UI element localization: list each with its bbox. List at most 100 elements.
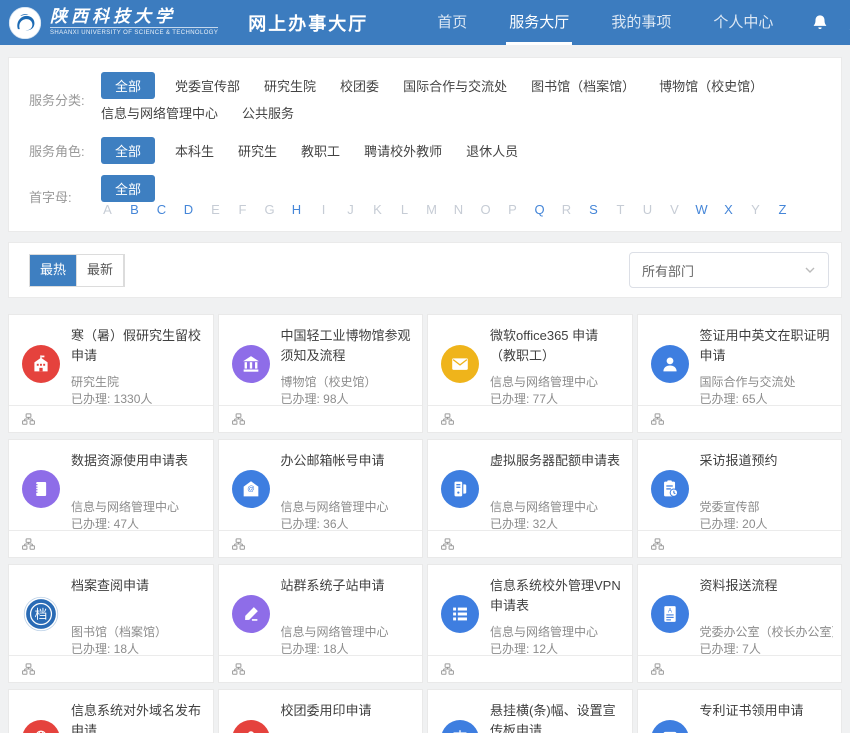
workflow-icon[interactable] bbox=[231, 412, 246, 427]
letter-option[interactable]: A bbox=[101, 202, 114, 217]
service-card[interactable]: 采访报道预约 党委宣传部 已办理: 20人 bbox=[637, 439, 843, 558]
user-icon[interactable] bbox=[846, 13, 850, 33]
role-option[interactable]: 教职工 bbox=[301, 137, 340, 164]
document-icon: A bbox=[651, 595, 689, 633]
role-option[interactable]: 全部 bbox=[101, 137, 155, 164]
letter-option[interactable]: G bbox=[263, 202, 276, 217]
category-option[interactable]: 公共服务 bbox=[242, 99, 294, 126]
sort-toggle: 最热最新 bbox=[29, 254, 125, 287]
service-title[interactable]: 微软office365 申请（教职工） bbox=[490, 326, 622, 366]
nav-item[interactable]: 服务大厅 bbox=[488, 0, 590, 45]
category-option[interactable]: 研究生院 bbox=[264, 72, 316, 99]
letter-option[interactable]: S bbox=[587, 202, 600, 217]
workflow-icon[interactable] bbox=[440, 412, 455, 427]
service-title[interactable]: 信息系统对外域名发布申请 bbox=[71, 701, 203, 733]
service-title[interactable]: 虚拟服务器配额申请表 bbox=[490, 451, 622, 471]
letter-option[interactable]: T bbox=[614, 202, 627, 217]
letter-option[interactable]: N bbox=[452, 202, 465, 217]
letter-option[interactable]: I bbox=[317, 202, 330, 217]
service-title[interactable]: 档案查阅申请 bbox=[71, 576, 203, 596]
workflow-icon[interactable] bbox=[21, 412, 36, 427]
letter-option[interactable]: R bbox=[560, 202, 573, 217]
role-option[interactable]: 退休人员 bbox=[466, 137, 518, 164]
nav-item[interactable]: 首页 bbox=[416, 0, 488, 45]
service-department: 党委办公室（校长办公室） bbox=[700, 623, 834, 640]
service-card[interactable]: 宣 悬挂横(条)幅、设置宣传板申请 党委宣传部 已办理: 5人 bbox=[427, 689, 633, 733]
workflow-icon[interactable] bbox=[231, 662, 246, 677]
letter-option[interactable]: Y bbox=[749, 202, 762, 217]
workflow-icon[interactable] bbox=[650, 662, 665, 677]
service-card[interactable]: 档 档案查阅申请 图书馆（档案馆） 已办理: 18人 bbox=[8, 564, 214, 683]
letter-option[interactable]: E bbox=[209, 202, 222, 217]
letter-option[interactable]: Z bbox=[776, 202, 789, 217]
nav-item[interactable]: 个人中心 bbox=[692, 0, 794, 45]
sort-tab[interactable]: 最新 bbox=[77, 255, 124, 286]
category-option[interactable]: 校团委 bbox=[340, 72, 379, 99]
workflow-icon[interactable] bbox=[650, 412, 665, 427]
header-actions bbox=[794, 13, 850, 33]
letter-option[interactable]: U bbox=[641, 202, 654, 217]
service-card[interactable]: 信息系统校外管理VPN申请表 信息与网络管理中心 已办理: 12人 bbox=[427, 564, 633, 683]
service-card[interactable]: 中国轻工业博物馆参观须知及流程 博物馆（校史馆） 已办理: 98人 bbox=[218, 314, 424, 433]
service-card[interactable]: 微软office365 申请（教职工） 信息与网络管理中心 已办理: 77人 bbox=[427, 314, 633, 433]
service-title[interactable]: 悬挂横(条)幅、设置宣传板申请 bbox=[490, 701, 622, 733]
department-select[interactable]: 所有部门 bbox=[629, 252, 829, 288]
workflow-icon[interactable] bbox=[231, 537, 246, 552]
letter-option[interactable]: C bbox=[155, 202, 168, 217]
letter-all-option[interactable]: 全部 bbox=[101, 175, 155, 202]
letter-option[interactable]: K bbox=[371, 202, 384, 217]
service-card[interactable]: A 资料报送流程 党委办公室（校长办公室） 已办理: 7人 bbox=[637, 564, 843, 683]
service-title[interactable]: 校团委用印申请 bbox=[281, 701, 413, 721]
sort-tab[interactable]: 最热 bbox=[30, 255, 77, 286]
letter-option[interactable]: D bbox=[182, 202, 195, 217]
workflow-icon[interactable] bbox=[440, 662, 455, 677]
service-card[interactable]: 签证用中英文在职证明申请 国际合作与交流处 已办理: 65人 bbox=[637, 314, 843, 433]
role-option[interactable]: 聘请校外教师 bbox=[364, 137, 442, 164]
card-footer bbox=[428, 655, 632, 682]
service-card[interactable]: @ 办公邮箱帐号申请 信息与网络管理中心 已办理: 36人 bbox=[218, 439, 424, 558]
letter-option[interactable]: L bbox=[398, 202, 411, 217]
service-card[interactable]: 虚拟服务器配额申请表 信息与网络管理中心 已办理: 32人 bbox=[427, 439, 633, 558]
letter-option[interactable]: X bbox=[722, 202, 735, 217]
letter-option[interactable]: W bbox=[695, 202, 708, 217]
bell-icon[interactable] bbox=[810, 13, 830, 33]
workflow-icon[interactable] bbox=[650, 537, 665, 552]
nav-item[interactable]: 我的事项 bbox=[590, 0, 692, 45]
service-title[interactable]: 办公邮箱帐号申请 bbox=[281, 451, 413, 471]
letter-option[interactable]: Q bbox=[533, 202, 546, 217]
service-card[interactable]: 数据资源使用申请表 信息与网络管理中心 已办理: 47人 bbox=[8, 439, 214, 558]
service-title[interactable]: 签证用中英文在职证明申请 bbox=[700, 326, 832, 366]
category-option[interactable]: 博物馆（校史馆） bbox=[659, 72, 763, 99]
service-title[interactable]: 专利证书领用申请 bbox=[700, 701, 832, 721]
service-title[interactable]: 采访报道预约 bbox=[700, 451, 832, 471]
service-title[interactable]: 站群系统子站申请 bbox=[281, 576, 413, 596]
service-card[interactable]: 专利证书领用申请 图书馆（档案馆） 已办理: 3人 bbox=[637, 689, 843, 733]
workflow-icon[interactable] bbox=[21, 537, 36, 552]
role-option[interactable]: 本科生 bbox=[175, 137, 214, 164]
letter-option[interactable]: B bbox=[128, 202, 141, 217]
letter-option[interactable]: O bbox=[479, 202, 492, 217]
service-title[interactable]: 中国轻工业博物馆参观须知及流程 bbox=[281, 326, 413, 366]
letter-option[interactable]: H bbox=[290, 202, 303, 217]
workflow-icon[interactable] bbox=[440, 537, 455, 552]
category-option[interactable]: 信息与网络管理中心 bbox=[101, 99, 218, 126]
category-option[interactable]: 图书馆（档案馆） bbox=[531, 72, 635, 99]
service-card[interactable]: 寒（暑）假研究生留校申请 研究生院 已办理: 1330人 bbox=[8, 314, 214, 433]
role-option[interactable]: 研究生 bbox=[238, 137, 277, 164]
letter-option[interactable]: V bbox=[668, 202, 681, 217]
service-title[interactable]: 寒（暑）假研究生留校申请 bbox=[71, 326, 203, 366]
letter-option[interactable]: P bbox=[506, 202, 519, 217]
letter-option[interactable]: J bbox=[344, 202, 357, 217]
workflow-icon[interactable] bbox=[21, 662, 36, 677]
letter-option[interactable]: F bbox=[236, 202, 249, 217]
service-card[interactable]: 站群系统子站申请 信息与网络管理中心 已办理: 18人 bbox=[218, 564, 424, 683]
service-card[interactable]: 校团委用印申请 校团委 已办理: 5人 bbox=[218, 689, 424, 733]
service-title[interactable]: 信息系统校外管理VPN申请表 bbox=[490, 576, 622, 616]
category-option[interactable]: 国际合作与交流处 bbox=[403, 72, 507, 99]
service-card[interactable]: WWW 信息系统对外域名发布申请 信息与网络管理中心 已办理: 6人 bbox=[8, 689, 214, 733]
letter-option[interactable]: M bbox=[425, 202, 438, 217]
service-title[interactable]: 数据资源使用申请表 bbox=[71, 451, 203, 471]
service-title[interactable]: 资料报送流程 bbox=[700, 576, 832, 596]
category-option[interactable]: 全部 bbox=[101, 72, 155, 99]
category-option[interactable]: 党委宣传部 bbox=[175, 72, 240, 99]
